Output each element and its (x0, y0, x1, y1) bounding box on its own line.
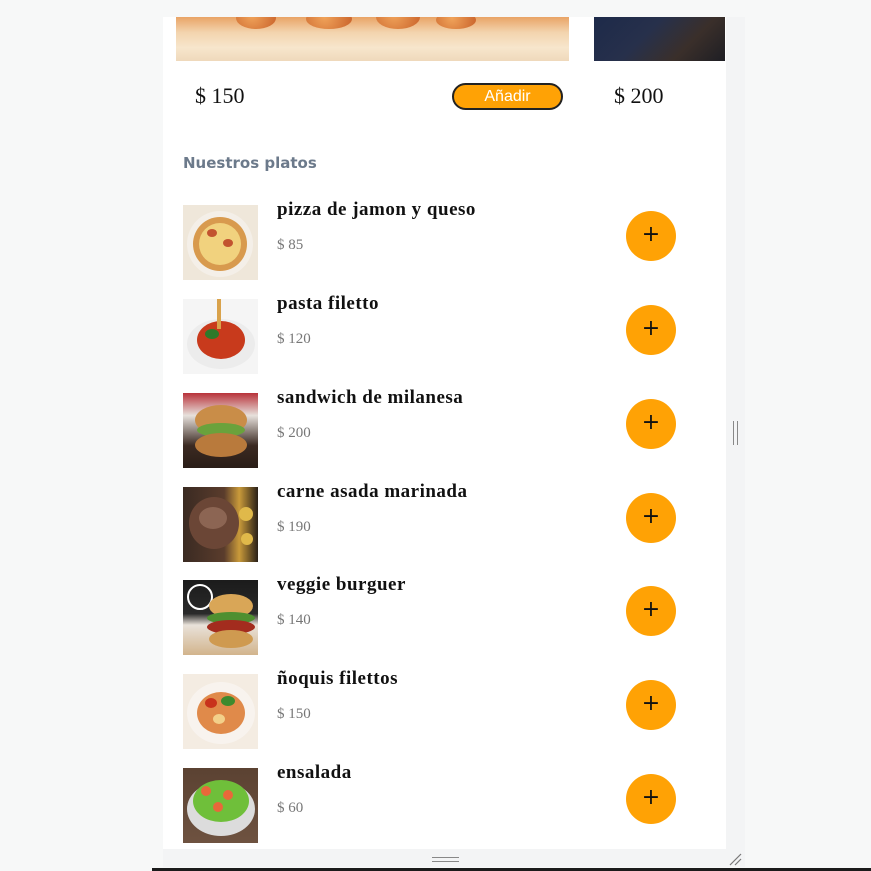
dish-item: ensalada $ 60 + (183, 762, 683, 844)
dish-image (183, 393, 258, 468)
dish-price: $ 200 (277, 425, 311, 441)
vertical-resize-handle-icon[interactable] (733, 421, 738, 445)
dish-name: carne asada marinada (277, 481, 468, 502)
dish-image (183, 299, 258, 374)
dish-item: sandwich de milanesa $ 200 + (183, 387, 683, 469)
featured-price: $ 150 (195, 83, 245, 108)
dish-price: $ 150 (277, 706, 311, 722)
featured-dish-image (176, 17, 569, 61)
dish-image (183, 674, 258, 749)
dish-image (183, 205, 258, 280)
featured-price: $ 200 (614, 83, 664, 108)
add-button[interactable]: Añadir (452, 83, 563, 110)
resize-grip-icon[interactable] (728, 852, 742, 866)
dish-name: ñoquis filettos (277, 668, 398, 689)
featured-dish-image (594, 17, 725, 61)
dish-price: $ 190 (277, 519, 311, 535)
horizontal-resize-handle-icon[interactable] (432, 857, 459, 862)
dish-image (183, 768, 258, 843)
add-plus-button[interactable]: + (626, 399, 676, 449)
dish-name: veggie burguer (277, 574, 406, 595)
dish-name: sandwich de milanesa (277, 387, 464, 408)
dish-price: $ 120 (277, 331, 311, 347)
dish-name: pizza de jamon y queso (277, 199, 476, 220)
dish-item: pizza de jamon y queso $ 85 + (183, 199, 683, 281)
add-plus-button[interactable]: + (626, 586, 676, 636)
dish-item: carne asada marinada $ 190 + (183, 481, 683, 563)
dish-price: $ 85 (277, 237, 304, 253)
dish-name: pasta filetto (277, 293, 380, 314)
add-plus-button[interactable]: + (626, 680, 676, 730)
add-plus-button[interactable]: + (626, 774, 676, 824)
dish-image (183, 487, 258, 562)
section-title: Nuestros platos (183, 154, 317, 172)
add-plus-button[interactable]: + (626, 493, 676, 543)
add-plus-button[interactable]: + (626, 305, 676, 355)
dish-item: pasta filetto $ 120 + (183, 293, 683, 375)
dish-item: veggie burguer $ 140 + (183, 574, 683, 656)
dish-price: $ 60 (277, 800, 304, 816)
dish-name: ensalada (277, 762, 352, 783)
add-plus-button[interactable]: + (626, 211, 676, 261)
dish-price: $ 140 (277, 612, 311, 628)
dish-image (183, 580, 258, 655)
menu-page: $ 150 Añadir $ 200 Nuestros platos pizza… (163, 17, 726, 849)
dish-item: ñoquis filettos $ 150 + (183, 668, 683, 750)
